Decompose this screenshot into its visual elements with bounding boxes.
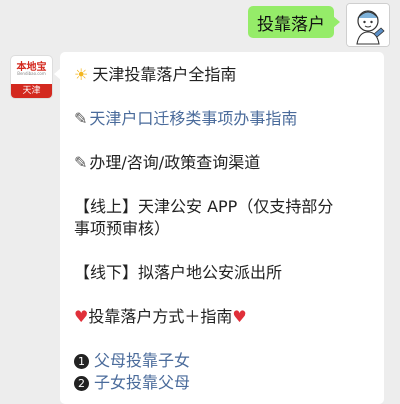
guide-link-line: ✎ 天津户口迁移类事项办事指南 (74, 108, 297, 130)
outgoing-message-row: 投靠落户 (0, 0, 400, 50)
method-link-children[interactable]: 子女投靠父母 (94, 373, 190, 392)
online-channel-text: 【线上】天津公安 APP（仅支持部分 (74, 197, 334, 216)
message-title: 天津投靠落户全指南 (92, 65, 237, 84)
message-title-line: ☀ 天津投靠落户全指南 (74, 64, 236, 86)
heart-icon: ♥ (74, 307, 89, 326)
outgoing-message-text: 投靠落户 (257, 14, 325, 35)
sun-icon: ☀ (74, 65, 89, 84)
channels-line: ✎ 办理/咨询/政策查询渠道 (74, 152, 260, 174)
online-channel-text-cont: 事项预审核） (74, 219, 171, 238)
methods-line: ♥投靠落户方式＋指南♥ (74, 306, 247, 328)
incoming-message-bubble: ☀ 天津投靠落户全指南 ✎ 天津户口迁移类事项办事指南 ✎ 办理/咨询/政策查询渠道 … (54, 52, 384, 404)
bot-avatar[interactable]: 本地宝 Bendibao.com 天津 (11, 56, 52, 98)
pencil-icon: ✎ (74, 153, 88, 172)
heart-icon: ♥ (232, 307, 247, 326)
bot-city-tag: 天津 (11, 84, 52, 98)
method-link-parents[interactable]: 父母投靠子女 (94, 351, 190, 370)
method-item: 1 父母投靠子女 (74, 350, 190, 372)
methods-text: 投靠落户方式＋指南 (88, 307, 233, 326)
cartoon-avatar-icon (347, 4, 389, 46)
online-channel-line-2: 事项预审核） (74, 218, 170, 240)
method-item: 2 子女投靠父母 (74, 372, 190, 394)
offline-channel-line: 【线下】拟落户地公安派出所 (74, 262, 282, 284)
bot-logo-url: Bendibao.com (17, 71, 46, 76)
offline-channel-text: 【线下】拟落户地公安派出所 (74, 263, 283, 282)
number-badge: 1 (74, 354, 89, 369)
channels-text: 办理/咨询/政策查询渠道 (89, 153, 261, 172)
number-badge: 2 (74, 376, 89, 391)
pencil-icon: ✎ (74, 109, 88, 128)
outgoing-message-bubble[interactable]: 投靠落户 (248, 6, 340, 38)
online-channel-line-1: 【线上】天津公安 APP（仅支持部分 (74, 196, 333, 218)
user-avatar[interactable] (346, 3, 390, 47)
household-transfer-guide-link[interactable]: 天津户口迁移类事项办事指南 (89, 109, 297, 128)
